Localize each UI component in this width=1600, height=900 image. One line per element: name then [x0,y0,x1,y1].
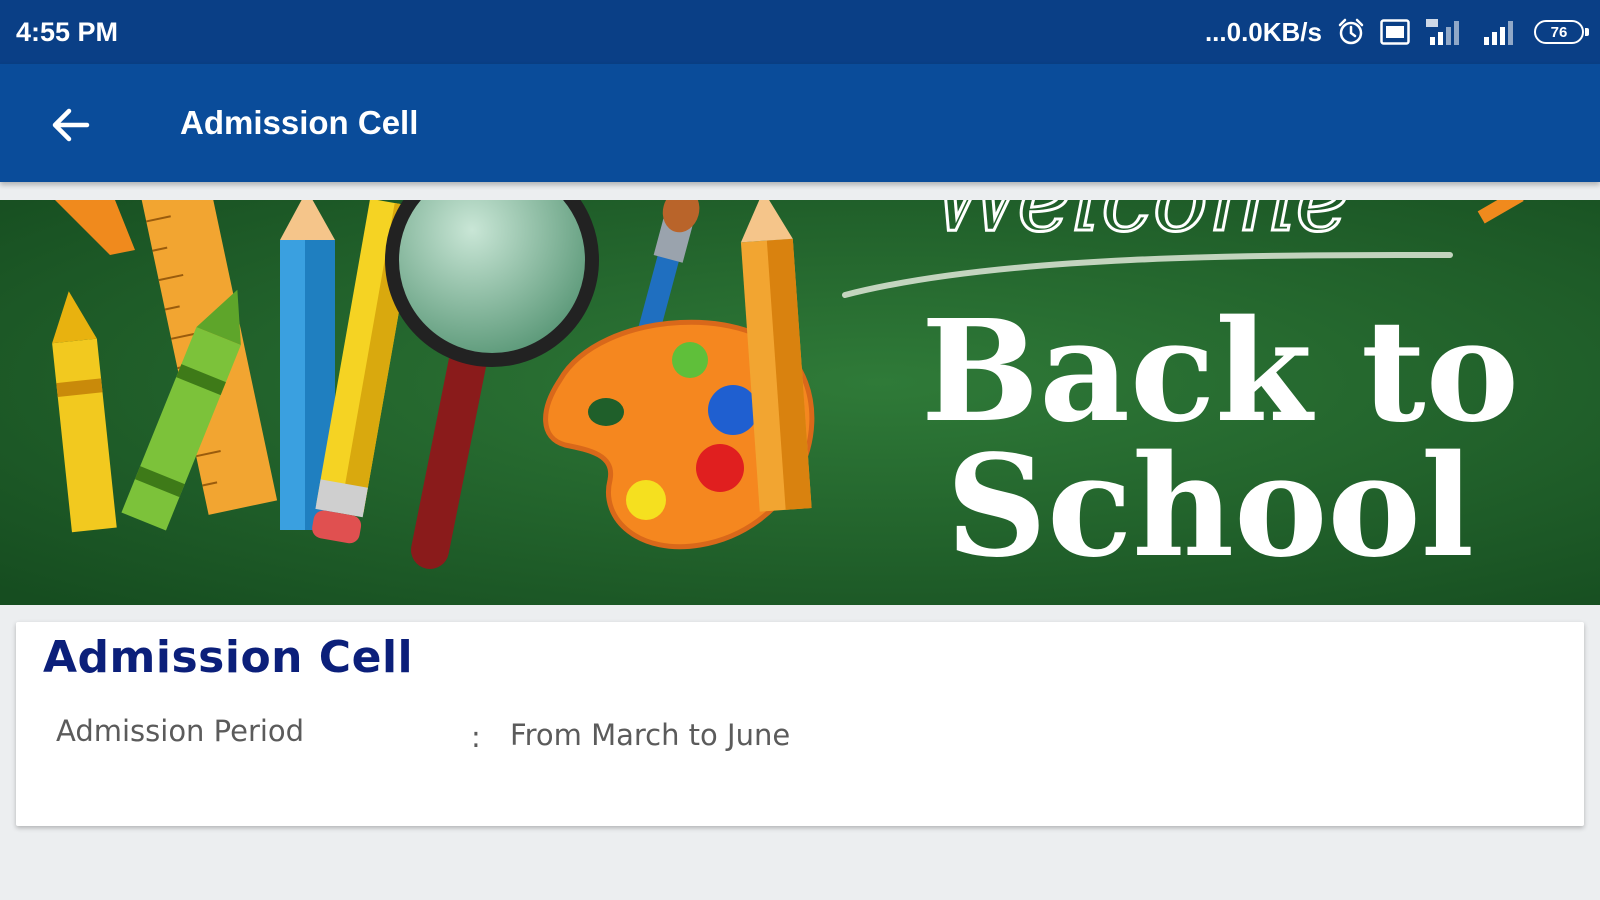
alarm-icon [1336,17,1366,47]
banner-headline-line2: School [946,425,1474,589]
network-speed: ...0.0KB/s [1204,16,1322,47]
status-bar: 4:55 PM ...0.0KB/s 76 [0,0,1600,64]
app-bar-title: Admission Cell [180,104,419,141]
row-separator: : [471,720,481,754]
app-bar: Admission Cell [0,64,1600,182]
admission-period-value: From March to June [510,718,791,752]
back-to-school-banner: Welcome Back to School [0,200,1600,605]
hd-voice-icon [1380,19,1410,45]
battery-level: 76 [1550,23,1568,41]
status-icons: ...0.0KB/s 76 [1204,16,1589,48]
signal-icon [1482,17,1520,47]
card-title: Admission Cell [43,632,414,683]
admission-cell-card: Admission Cell Admission Period : From M… [16,622,1584,826]
battery-icon: 76 [1534,20,1589,44]
banner-welcome-text: Welcome [930,200,1350,252]
signal-4g-icon [1424,17,1468,47]
status-time: 4:55 PM [16,16,119,47]
admission-period-label: Admission Period [56,714,305,748]
back-button[interactable] [38,92,104,158]
arrow-left-icon [52,108,90,142]
